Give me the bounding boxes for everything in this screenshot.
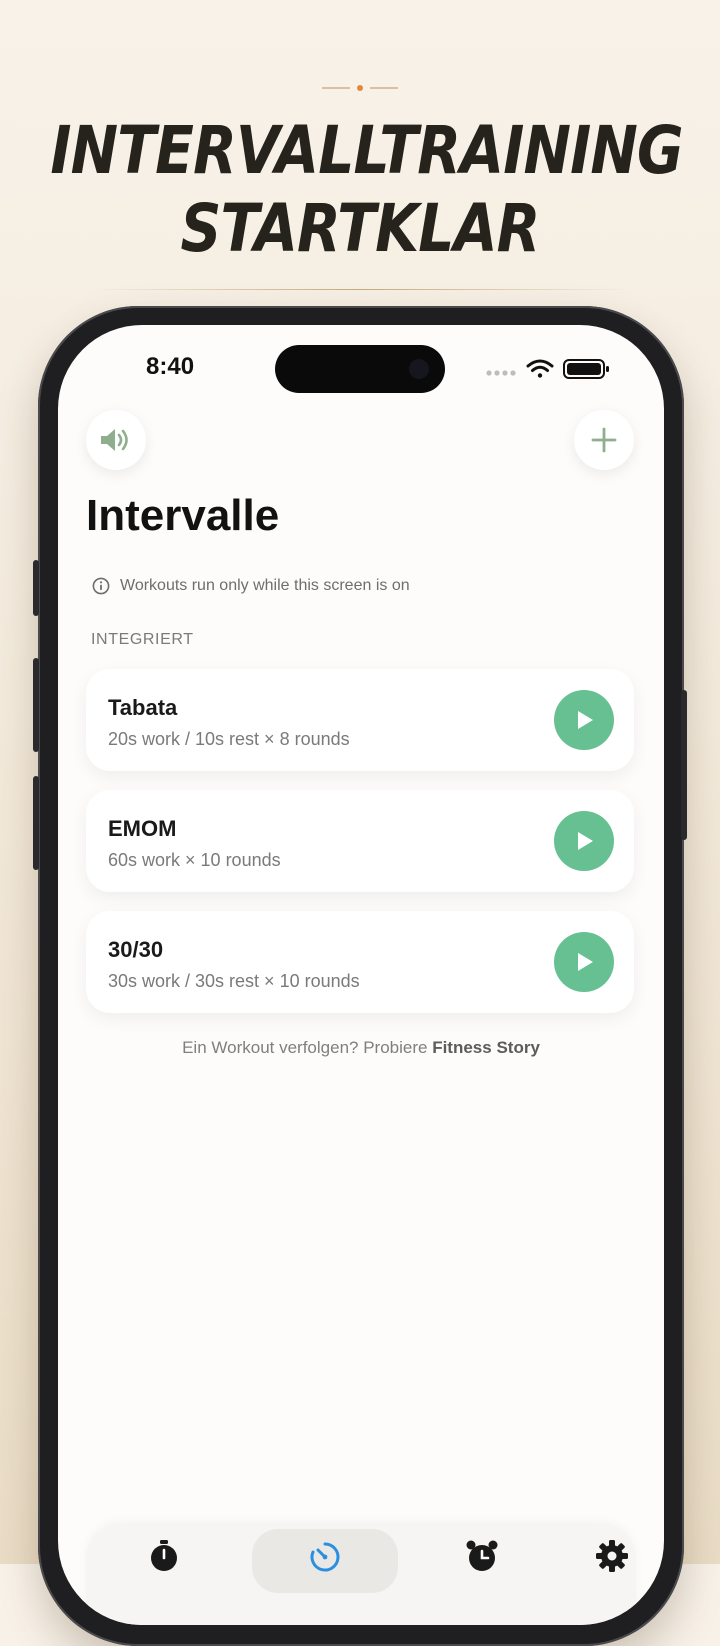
- workout-name: EMOM: [108, 816, 177, 841]
- phone-volume-down-button: [33, 776, 39, 870]
- section-label-builtin: INTEGRIERT: [91, 631, 194, 648]
- speaker-icon: [101, 429, 128, 451]
- gear-icon: [596, 1540, 628, 1572]
- ornament-divider: [322, 85, 398, 91]
- phone-power-button: [681, 690, 687, 840]
- workout-name: 30/30: [108, 937, 164, 962]
- info-text: Workouts run only while this screen is o…: [120, 577, 410, 594]
- workout-card-tabata[interactable]: Tabata 20s work / 10s rest × 8 rounds: [86, 669, 634, 771]
- tab-bar: [86, 1523, 636, 1625]
- phone-action-button: [33, 560, 39, 616]
- play-icon: [578, 832, 593, 850]
- promo-headline-line1: INTERVALLTRAINING: [50, 112, 683, 189]
- info-notice: Workouts run only while this screen is o…: [92, 577, 410, 595]
- plus-icon: [591, 427, 617, 453]
- page-title: Intervalle: [86, 491, 280, 540]
- workout-card-emom[interactable]: EMOM 60s work × 10 rounds: [86, 790, 634, 892]
- tab-stopwatch[interactable]: [109, 1523, 219, 1593]
- workout-description: 30s work / 30s rest × 10 rounds: [108, 971, 360, 991]
- battery-icon: [563, 359, 609, 379]
- alarm-clock-icon: [466, 1540, 498, 1571]
- add-workout-button[interactable]: [574, 410, 634, 470]
- fitness-story-link[interactable]: Fitness Story: [432, 1038, 540, 1057]
- workout-description: 60s work × 10 rounds: [108, 850, 281, 870]
- stopwatch-icon: [151, 1540, 177, 1571]
- workout-description: 20s work / 10s rest × 8 rounds: [108, 729, 350, 749]
- camera-lens: [409, 359, 429, 379]
- footer-note-prefix: Ein Workout verfolgen? Probiere: [182, 1038, 433, 1057]
- tab-intervals[interactable]: [252, 1529, 398, 1593]
- status-time: 8:40: [146, 353, 195, 380]
- play-icon: [578, 711, 593, 729]
- tab-alarm[interactable]: [427, 1523, 537, 1593]
- interval-timer-icon: [310, 1542, 340, 1572]
- wifi-icon: [526, 359, 554, 378]
- dynamic-island: [275, 345, 445, 393]
- workout-card-30-30[interactable]: 30/30 30s work / 30s rest × 10 rounds: [86, 911, 634, 1013]
- signal-dots-icon: [486, 370, 516, 376]
- play-button[interactable]: [554, 932, 614, 992]
- play-button[interactable]: [554, 690, 614, 750]
- status-icons: [486, 359, 609, 379]
- play-button[interactable]: [554, 811, 614, 871]
- play-icon: [578, 953, 593, 971]
- workout-name: Tabata: [108, 695, 178, 720]
- phone-screen: 8:40 Intervalle Workouts run only while …: [58, 325, 664, 1625]
- promo-headline: INTERVALLTRAINING STARTKLAR: [50, 112, 683, 268]
- headline-rule: [90, 289, 630, 290]
- promo-headline-line2: STARTKLAR: [180, 190, 540, 267]
- footer-note: Ein Workout verfolgen? Probiere Fitness …: [58, 1038, 664, 1058]
- sound-toggle-button[interactable]: [86, 410, 146, 470]
- tab-settings[interactable]: [557, 1523, 664, 1593]
- info-icon: [92, 577, 110, 595]
- phone-volume-up-button: [33, 658, 39, 752]
